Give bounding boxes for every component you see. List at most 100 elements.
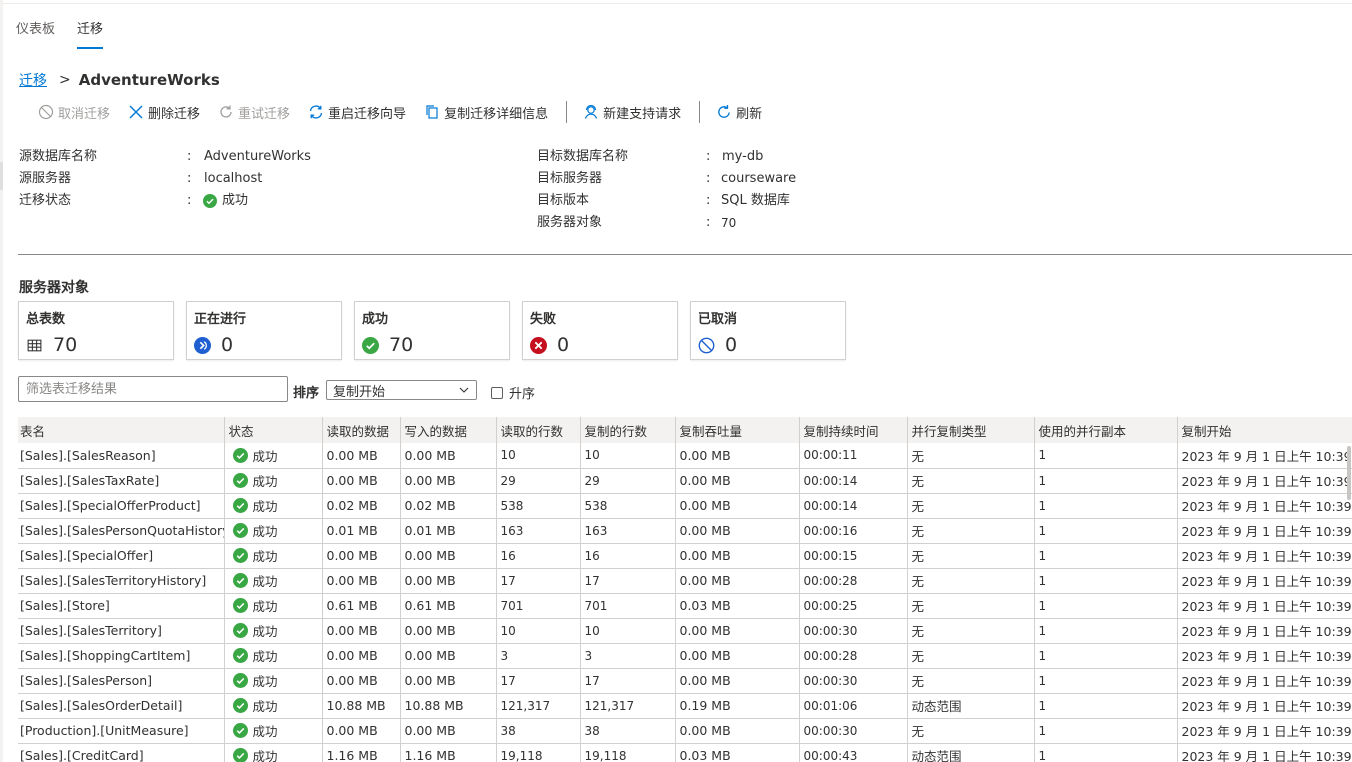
status-text: 成功 [252,699,278,714]
table-cell: 成功 [223,568,322,594]
column-header[interactable]: 复制开始 [1176,417,1352,443]
copy-details-button[interactable]: 复制迁移详细信息 [424,103,548,122]
table-row[interactable]: [Sales].[SalesTerritoryHistory] 成功 0.00 MB… [18,568,1352,594]
filter-input[interactable] [18,376,288,402]
success-icon [232,723,248,738]
table-cell: 00:00:28 [798,643,907,669]
table-row[interactable]: [Sales].[Store] 成功 0.61 MB 0.61 MB 701 701 0.0… [18,593,1352,619]
table-cell: 701 [579,593,675,619]
status-cell: 成功 [229,521,318,540]
restart-wizard-button[interactable]: 重启迁移向导 [308,103,406,122]
status-text: 成功 [252,749,278,762]
table-row[interactable]: [Production].[UnitMeasure] 成功 0.00 MB 0.00 … [18,718,1352,744]
table-cell: 0.02 MB [399,493,496,519]
breadcrumb-separator: > [59,72,71,88]
status-text: 成功 [252,624,278,639]
tab-migration[interactable]: 迁移 [77,18,104,49]
cancel-migration-button[interactable]: 取消迁移 [38,103,110,122]
table-cell: 2023 年 9 月 1 日上午 10:39:46 [1176,718,1352,744]
toolbar: 取消迁移 删除迁移 重试迁移 重启迁移向导 复制迁移详细信息 新建支持请求 刷新 [38,101,780,123]
page-title: AdventureWorks [78,71,220,89]
sort-dropdown[interactable]: 复制开始 [326,380,477,400]
column-header[interactable]: 复制的行数 [579,417,675,443]
new-support-request-button[interactable]: 新建支持请求 [583,103,681,122]
status-cell: 成功 [229,746,318,762]
table-cell: 121,317 [495,693,580,719]
column-header[interactable]: 使用的并行副本 [1033,417,1177,443]
status-text: 成功 [252,674,278,689]
table-cell: 10 [495,618,580,644]
column-header[interactable]: 表名 [18,417,224,443]
table-cell: 0.01 MB [399,518,496,544]
table-cell: 1 [1033,743,1177,762]
sort-selected-value: 复制开始 [333,384,386,400]
card-title: 失败 [530,312,557,327]
column-header[interactable]: 并行复制类型 [906,417,1034,443]
table-cell: 成功 [223,718,322,744]
table-row[interactable]: [Sales].[SalesTerritory] 成功 0.00 MB 0.00 MB… [18,618,1352,644]
table-cell: 动态范围 [906,743,1034,762]
prop-colon: : [706,215,711,230]
table-cell: 0.00 MB [674,618,799,644]
table-cell: [Sales].[SalesTerritory] [18,618,224,644]
table-cell: 3 [495,643,580,669]
prop-label: 迁移状态 [19,193,72,208]
table-cell: 1 [1033,493,1177,519]
table-row[interactable]: [Sales].[SpecialOfferProduct] 成功 0.02 MB 0.… [18,493,1352,519]
table-row[interactable]: [Sales].[SalesReason] 成功 0.00 MB 0.00 MB 10 1… [18,443,1352,469]
status-cell: 成功 [229,621,318,640]
table-row[interactable]: [Sales].[SalesTaxRate] 成功 0.00 MB 0.00 MB 29… [18,468,1352,494]
table-cell: [Sales].[ShoppingCartItem] [18,643,224,669]
table-cell: 成功 [223,618,322,644]
table-cell: 16 [579,543,675,569]
left-edge [0,0,3,762]
table-cell: 29 [495,468,580,494]
column-header[interactable]: 状态 [223,417,322,443]
restart-wizard-label: 重启迁移向导 [328,106,407,122]
column-header[interactable]: 复制吞吐量 [674,417,799,443]
table-cell: 0.00 MB [321,568,400,594]
column-header[interactable]: 读取的数据 [321,417,400,443]
table-cell: 00:00:11 [798,443,907,469]
table-cell: 0.00 MB [674,568,799,594]
card-value: 0 [221,334,234,356]
table-cell: 0.00 MB [674,643,799,669]
table-row[interactable]: [Sales].[SalesOrderDetail] 成功 10.88 MB 10.8… [18,693,1352,719]
table-cell: 2023 年 9 月 1 日上午 10:39:46 [1176,493,1352,519]
breadcrumb-migration-link[interactable]: 迁移 [19,70,47,90]
table-cell: 00:00:14 [798,468,907,494]
table-row[interactable]: [Sales].[ShoppingCartItem] 成功 0.00 MB 0.00 … [18,643,1352,669]
table-cell: 无 [906,568,1034,594]
column-header[interactable]: 复制持续时间 [798,417,907,443]
table-cell: [Sales].[SalesTerritoryHistory] [18,568,224,594]
success-icon [232,698,248,713]
table-cell: 2023 年 9 月 1 日上午 10:39:46 [1176,543,1352,569]
table-cell: 无 [906,518,1034,544]
table-cell: 动态范围 [906,693,1034,719]
table-row[interactable]: [Sales].[SalesPerson] 成功 0.00 MB 0.00 MB 17 1… [18,668,1352,694]
column-header[interactable]: 写入的数据 [399,417,496,443]
retry-migration-button[interactable]: 重试迁移 [218,103,290,122]
new-support-request-label: 新建支持请求 [603,106,682,122]
table-cell: 2023 年 9 月 1 日上午 10:39:46 [1176,693,1352,719]
table-cell: 1.16 MB [399,743,496,762]
success-icon [232,523,248,538]
tab-dashboard[interactable]: 仪表板 [16,18,55,49]
table-cell: 无 [906,618,1034,644]
delete-migration-button[interactable]: 删除迁移 [128,103,200,122]
table-cell: 无 [906,643,1034,669]
table-scrollbar[interactable] [1347,446,1351,500]
card-success: 成功 70 [354,301,510,360]
sort-label: 排序 [293,386,320,401]
column-header[interactable]: 读取的行数 [495,417,580,443]
table-row[interactable]: [Sales].[SpecialOffer] 成功 0.00 MB 0.00 MB 16… [18,543,1352,569]
table-cell: 0.01 MB [321,518,400,544]
table-cell: 1.16 MB [321,743,400,762]
ascending-checkbox[interactable] [491,386,503,399]
card-title: 总表数 [26,312,66,327]
table-cell: 0.00 MB [399,543,496,569]
table-row[interactable]: [Sales].[CreditCard] 成功 1.16 MB 1.16 MB 19,1… [18,743,1352,762]
refresh-button[interactable]: 刷新 [716,103,762,122]
card-in-progress: 正在进行 0 [186,301,342,360]
table-row[interactable]: [Sales].[SalesPersonQuotaHistory] 成功 0.01 … [18,518,1352,544]
